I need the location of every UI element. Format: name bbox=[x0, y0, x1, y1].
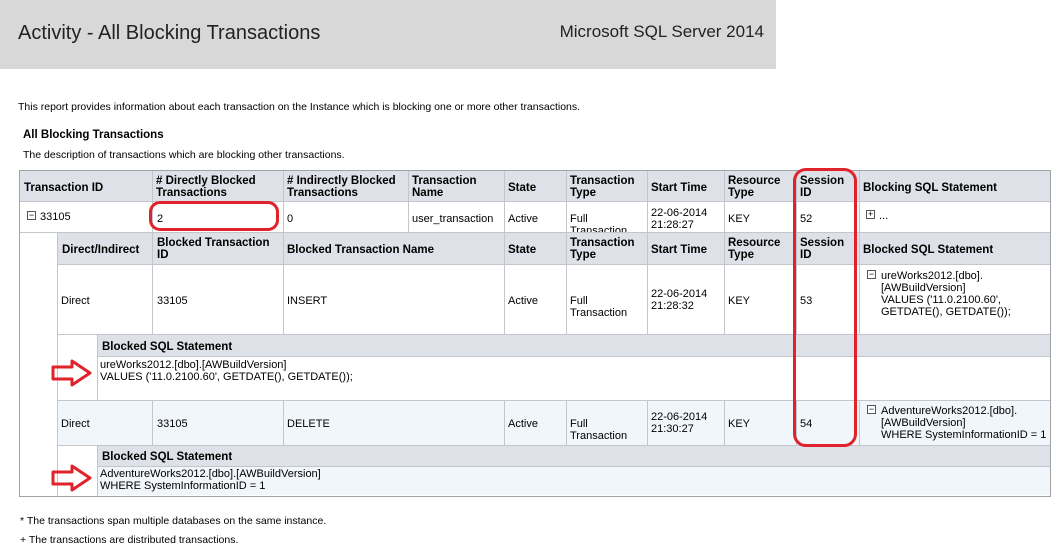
footnote-multi-database: * The transactions span multiple databas… bbox=[20, 515, 327, 527]
footnote-distributed: + The transactions are distributed trans… bbox=[20, 534, 239, 546]
annotation-arrow-icon bbox=[51, 464, 92, 492]
section-description: The description of transactions which ar… bbox=[23, 149, 345, 161]
report-description: This report provides information about e… bbox=[18, 101, 581, 113]
annotation-arrow-icon bbox=[51, 359, 92, 387]
section-title: All Blocking Transactions bbox=[23, 129, 164, 141]
highlight-session-id bbox=[793, 168, 857, 447]
report-header: Activity - All Blocking Transactions Mic… bbox=[0, 0, 776, 69]
report-title: Activity - All Blocking Transactions bbox=[18, 22, 321, 44]
product-name: Microsoft SQL Server 2014 bbox=[559, 22, 764, 41]
highlight-directly-blocked bbox=[149, 201, 279, 231]
